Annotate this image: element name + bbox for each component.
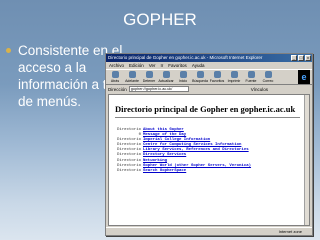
toolbar: Atrás Adelante Detener Actualizar Inicio… [106,69,312,85]
back-icon [111,71,119,78]
vertical-scrollbar[interactable] [304,95,309,225]
divider [115,117,300,118]
stop-icon [145,71,153,78]
home-button[interactable]: Inicio [176,71,190,83]
bullet-dot [6,48,11,53]
mail-icon [264,71,272,78]
search-icon [196,71,204,78]
page-heading: Directorio principal de Gopher en gopher… [115,104,296,114]
font-button[interactable]: Fuente [244,71,258,83]
address-label: Dirección [108,86,127,92]
browser-titlebar: Directorio principal de Gopher en gopher… [106,54,312,62]
favorites-button[interactable]: Favoritos [210,71,224,83]
stop-button[interactable]: Detener [142,71,156,83]
menu-bar: Archivo Edición Ver Ir Favoritos Ayuda [106,62,312,69]
links-label[interactable]: Vínculos [251,87,268,92]
menu-ir[interactable]: Ir [161,62,164,69]
print-icon [230,71,238,78]
forward-button[interactable]: Adelante [125,71,139,83]
address-input[interactable]: gopher://gopher.ic.ac.uk/ [128,86,189,92]
home-icon [179,71,187,78]
browser-window: Directorio principal de Gopher en gopher… [105,53,313,236]
search-button[interactable]: Búsqueda [192,71,208,83]
maximize-button[interactable]: □ [298,55,304,61]
menu-ver[interactable]: Ver [149,62,156,69]
gopher-menu-list: Directorio About this Gopher 0 Message of t… [115,128,303,174]
window-title: Directorio principal de Gopher en gopher… [108,55,263,60]
font-icon [247,71,255,78]
favorites-icon [213,71,221,78]
back-button[interactable]: Atrás [108,71,122,83]
ie-logo-icon: e [298,70,310,84]
refresh-icon [162,71,170,78]
gopher-menu-row: Directorio Search GopherSpace [115,169,303,174]
page-content: Directorio principal de Gopher en gopher… [108,94,310,226]
address-bar: Dirección gopher://gopher.ic.ac.uk/ Vínc… [106,85,312,93]
close-button[interactable]: x [305,55,311,61]
mail-button[interactable]: Correo [261,71,275,83]
slide-title: GOPHER [123,10,197,29]
menu-edicion[interactable]: Edición [129,62,144,69]
forward-icon [128,71,136,78]
status-bar: Internet zone [106,227,312,235]
refresh-button[interactable]: Actualizar [158,71,174,83]
menu-favoritos[interactable]: Favoritos [168,62,187,69]
status-zone: Internet zone [278,229,302,234]
minimize-button[interactable]: _ [291,55,297,61]
gopher-menu-link[interactable]: Search GopherSpace [143,169,186,174]
menu-ayuda[interactable]: Ayuda [192,62,205,69]
menu-archivo[interactable]: Archivo [109,62,124,69]
print-button[interactable]: Imprimir [227,71,241,83]
entry-type: Directorio [116,168,141,173]
